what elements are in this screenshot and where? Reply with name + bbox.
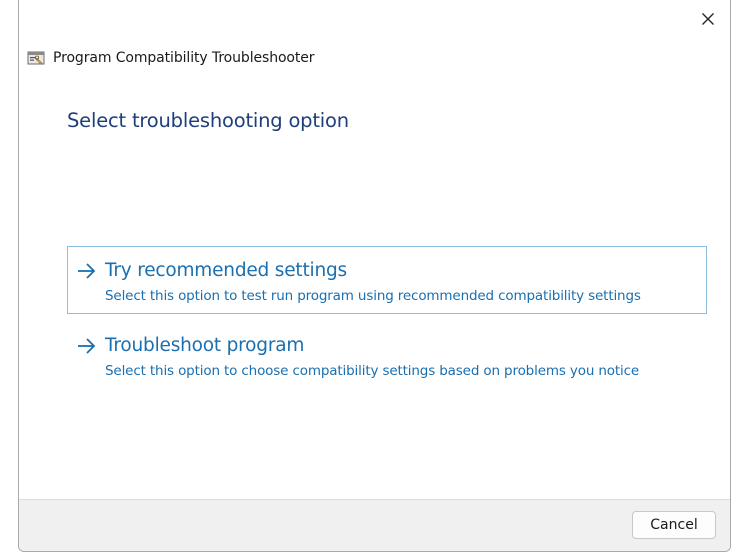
app-title-row: Program Compatibility Troubleshooter	[27, 46, 315, 70]
background-left	[0, 0, 18, 553]
option-description: Select this option to choose compatibili…	[105, 363, 640, 379]
troubleshooter-app-icon	[27, 51, 45, 65]
option-title: Troubleshoot program	[105, 335, 305, 356]
option-title: Try recommended settings	[105, 260, 347, 281]
troubleshooter-window: Program Compatibility Troubleshooter Sel…	[18, 0, 731, 552]
option-troubleshoot-program[interactable]: Troubleshoot program Select this option …	[67, 321, 707, 389]
close-button[interactable]	[686, 0, 730, 38]
arrow-right-icon	[78, 263, 96, 279]
arrow-right-icon	[78, 338, 96, 354]
footer-bar: Cancel	[19, 499, 730, 551]
option-try-recommended-settings[interactable]: Try recommended settings Select this opt…	[67, 246, 707, 314]
close-icon	[702, 13, 714, 25]
cancel-button[interactable]: Cancel	[632, 511, 716, 539]
app-title: Program Compatibility Troubleshooter	[53, 50, 315, 66]
page-title: Select troubleshooting option	[67, 109, 349, 132]
option-description: Select this option to test run program u…	[105, 288, 641, 304]
background-right	[732, 0, 750, 553]
